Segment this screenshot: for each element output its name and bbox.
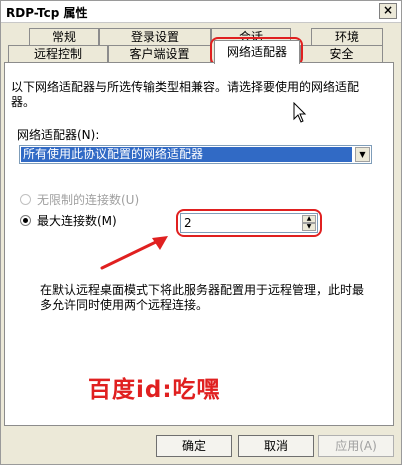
tab-logon-settings[interactable]: 登录设置 — [99, 28, 211, 45]
red-arrow-icon — [100, 236, 168, 270]
unlimited-connections-label: 无限制的连接数(U) — [37, 193, 140, 207]
tab-client-settings[interactable]: 客户端设置 — [108, 45, 211, 63]
radio-dot — [23, 218, 28, 223]
adapter-select-value: 所有使用此协议配置的网络适配器 — [21, 147, 352, 162]
tab-general[interactable]: 常规 — [29, 28, 99, 45]
tab-security[interactable]: 安全 — [300, 45, 383, 63]
max-connections-radio[interactable] — [20, 215, 31, 226]
tab-label: 安全 — [329, 47, 354, 61]
dropdown-arrow-icon[interactable]: ▼ — [355, 147, 370, 162]
tab-label: 登录设置 — [130, 30, 179, 44]
tab-environment[interactable]: 环境 — [311, 28, 383, 45]
tab-label: 客户端设置 — [129, 47, 190, 61]
tab-label: 常规 — [51, 30, 76, 44]
tab-label: 环境 — [334, 30, 359, 44]
watermark-text: 百度id:吃嘿 — [88, 377, 221, 403]
tab-label: 远程控制 — [33, 47, 82, 61]
window-title: RDP-Tcp 属性 — [6, 6, 88, 20]
tab-label: 网络适配器 — [226, 45, 287, 59]
adapter-select[interactable]: 所有使用此协议配置的网络适配器 ▼ — [19, 145, 372, 164]
title-bar: RDP-Tcp 属性 × — [1, 1, 401, 23]
close-icon[interactable]: × — [379, 3, 397, 19]
cancel-button[interactable]: 取消 — [238, 435, 314, 457]
adapter-label: 网络适配器(N): — [17, 128, 100, 142]
ok-button[interactable]: 确定 — [156, 435, 232, 457]
tab-network-adapter[interactable]: 网络适配器 — [214, 40, 300, 64]
spinbox-highlight-annotation — [176, 209, 322, 237]
apply-button[interactable]: 应用(A) — [318, 435, 394, 457]
tab-remote-control[interactable]: 远程控制 — [8, 45, 108, 63]
remote-admin-note: 在默认远程桌面模式下将此服务器配置用于远程管理，此时最多允许同时使用两个远程连接… — [40, 283, 365, 312]
mouse-cursor-icon — [293, 102, 307, 123]
max-connections-label: 最大连接数(M) — [37, 214, 117, 228]
unlimited-connections-radio[interactable] — [20, 194, 31, 205]
panel-description: 以下网络适配器与所选传输类型相兼容。请选择要使用的网络适配器。 — [11, 80, 360, 109]
